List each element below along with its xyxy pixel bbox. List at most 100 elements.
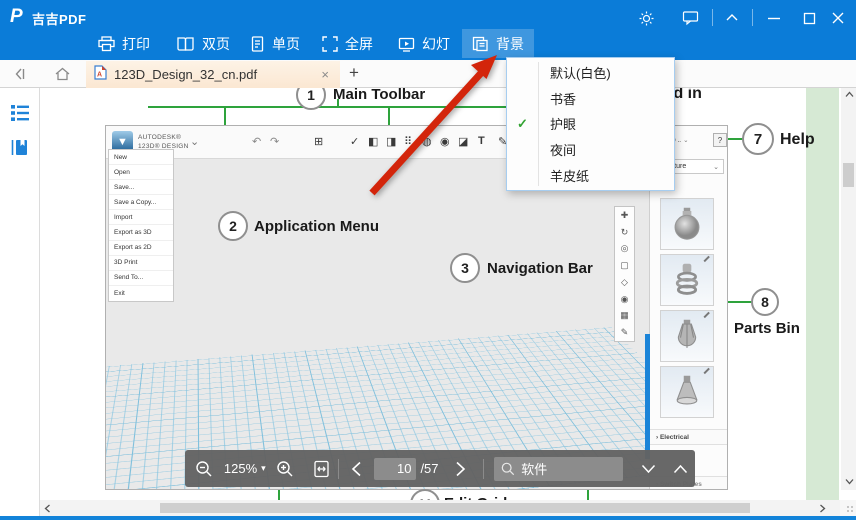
search-input[interactable]: 软件 <box>494 457 623 481</box>
fullscreen-icon <box>322 36 338 52</box>
thumbnails-panel-icon[interactable] <box>10 104 30 124</box>
page-total: /57 <box>416 461 438 476</box>
left-sidebar <box>0 88 40 516</box>
double-page-button[interactable]: 双页 <box>166 29 240 58</box>
window-bottom-border <box>0 516 856 520</box>
menu-item-default-white[interactable]: 默认(白色) <box>507 60 674 86</box>
nav-icon: ◎ <box>621 244 629 253</box>
close-icon[interactable] <box>828 8 848 28</box>
eyecare-background <box>806 88 839 500</box>
zoom-level-dropdown[interactable]: 125% ▾ <box>224 461 266 476</box>
fit-page-button[interactable] <box>305 460 338 478</box>
settings-gear-icon[interactable] <box>636 8 656 28</box>
pdf-file-icon: A <box>94 65 107 85</box>
document-tab[interactable]: A 123D_Design_32_cn.pdf × <box>86 61 340 88</box>
maximize-icon[interactable] <box>799 8 819 28</box>
menu-item-night[interactable]: 夜间 <box>507 137 674 163</box>
figure-navigation-bar: ✚ ↻ ◎ ▢ ◇ ◉ ▦ ✎ <box>614 206 635 342</box>
tab-title: 123D_Design_32_cn.pdf <box>114 67 318 82</box>
vertical-scroll-thumb[interactable] <box>843 163 854 187</box>
callout-7-label: Help <box>780 131 815 149</box>
figure-menu-item: Exit <box>109 286 173 301</box>
figure-menu-item: 3D Print <box>109 256 173 271</box>
resize-grip-icon <box>846 505 854 513</box>
app-logo-icon: P <box>10 6 23 28</box>
menu-item-book[interactable]: 书香 <box>507 86 674 112</box>
figure-bulb-thumbnail <box>660 254 714 306</box>
viewer-toolbar: 125% ▾ 10 /57 软件 <box>185 450 695 487</box>
figure-panel-scrollbar <box>645 334 650 459</box>
app-window: P 吉吉PDF 打印 双页 单页 全屏 幻灯 背景 A 123D_Design_… <box>0 0 856 520</box>
home-icon[interactable] <box>52 64 72 84</box>
figure-menu-item: Send To... <box>109 271 173 286</box>
chevron-down-icon: ⌄ <box>190 135 199 148</box>
collapse-toolbar-icon[interactable] <box>722 8 742 28</box>
figure-app-menu: New Open Save... Save a Copy... Import E… <box>108 149 174 302</box>
find-prev-button[interactable] <box>666 464 695 474</box>
single-page-button[interactable]: 单页 <box>240 29 310 58</box>
bookmarks-panel-icon[interactable] <box>10 138 30 158</box>
resize-corner <box>840 500 856 516</box>
app-name: 吉吉PDF <box>32 9 87 28</box>
divider <box>483 459 484 479</box>
figure-menu-item: Open <box>109 165 173 180</box>
minimize-icon[interactable] <box>764 8 784 28</box>
scroll-left-icon[interactable] <box>44 504 51 516</box>
svg-text:A: A <box>97 71 102 78</box>
figure-menu-item: Save a Copy... <box>109 195 173 210</box>
prev-page-button[interactable] <box>339 461 374 477</box>
search-icon <box>501 462 515 476</box>
figure-bulb-thumbnail <box>660 366 714 418</box>
nav-icon: ✚ <box>621 211 629 220</box>
double-page-icon <box>176 36 195 52</box>
undo-icon: ↶ <box>252 135 261 148</box>
find-next-button[interactable] <box>631 464 666 474</box>
scroll-down-icon[interactable] <box>845 477 854 488</box>
callout-2-label: Application Menu <box>254 218 379 235</box>
tab-close-icon[interactable]: × <box>318 67 332 82</box>
callout-3-label: Navigation Bar <box>487 260 593 277</box>
zoom-in-button[interactable] <box>266 460 305 478</box>
figure-menu-item: New <box>109 150 173 165</box>
callout-11: 11 <box>410 489 440 500</box>
redo-icon: ↷ <box>270 135 279 148</box>
single-page-icon <box>250 36 265 52</box>
menu-item-parchment[interactable]: 羊皮纸 <box>507 162 674 188</box>
page-number-input[interactable]: 10 <box>374 458 417 480</box>
callout-3: 3 <box>450 253 480 283</box>
callout-7: 7 <box>742 123 774 155</box>
tool-icon: ✓ <box>350 135 359 148</box>
back-icon[interactable] <box>10 64 30 84</box>
vertical-scrollbar[interactable] <box>841 88 856 490</box>
horizontal-scrollbar[interactable] <box>40 500 840 516</box>
callout-8: 8 <box>751 288 779 316</box>
figure-menu-item: Import <box>109 210 173 225</box>
menu-item-eyecare[interactable]: ✓ 护眼 <box>507 111 674 137</box>
figure-help-button: ? <box>713 133 727 147</box>
scroll-up-icon[interactable] <box>845 90 854 101</box>
figure-section-electrical: › Electrical <box>650 429 728 445</box>
divider <box>712 9 713 26</box>
red-annotation-arrow <box>360 38 520 208</box>
figure-menu-item: Export as 3D <box>109 225 173 240</box>
tool-icon: ⊞ <box>314 135 323 148</box>
callout-11-label: Edit Grid <box>444 495 507 500</box>
nav-icon: ▦ <box>620 311 629 320</box>
divider <box>752 9 753 26</box>
nav-icon: ◉ <box>621 295 629 304</box>
callout-8-label: Parts Bin <box>734 320 800 337</box>
figure-bulb-thumbnail <box>660 198 714 250</box>
nav-icon: ▢ <box>620 261 629 270</box>
nav-icon: ✎ <box>621 328 629 337</box>
print-button[interactable]: 打印 <box>88 29 160 58</box>
next-page-button[interactable] <box>439 461 484 477</box>
figure-menu-item: Save... <box>109 180 173 195</box>
scroll-right-icon[interactable] <box>819 504 826 516</box>
callout-2: 2 <box>218 211 248 241</box>
figure-menu-item: Export as 2D <box>109 241 173 256</box>
feedback-icon[interactable] <box>680 8 700 28</box>
figure-bulb-thumbnail <box>660 310 714 362</box>
zoom-out-button[interactable] <box>185 460 224 478</box>
background-menu: 默认(白色) 书香 ✓ 护眼 夜间 羊皮纸 <box>506 57 675 191</box>
horizontal-scroll-thumb[interactable] <box>160 503 750 513</box>
